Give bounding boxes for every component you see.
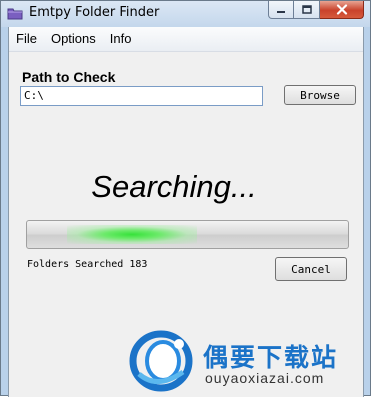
browse-button[interactable]: Browse	[284, 85, 356, 105]
watermark-text: 偶要下载站	[203, 343, 339, 372]
path-label: Path to Check	[22, 69, 116, 85]
menu-options[interactable]: Options	[44, 27, 103, 51]
folders-searched-text: Folders Searched 183	[27, 259, 147, 270]
menu-file[interactable]: File	[9, 27, 44, 51]
watermark-url: ouyaoxiazai.com	[205, 370, 325, 386]
title-bar[interactable]: Emtpy Folder Finder	[1, 1, 370, 27]
watermark-logo-icon	[129, 330, 193, 392]
path-input[interactable]: C:\	[20, 86, 263, 106]
minimize-button[interactable]	[268, 1, 294, 19]
close-button[interactable]	[320, 1, 364, 19]
progress-marquee	[67, 225, 197, 244]
maximize-button[interactable]	[294, 1, 320, 19]
close-icon	[336, 4, 347, 15]
cancel-button[interactable]: Cancel	[275, 257, 347, 281]
caption-buttons	[268, 1, 364, 20]
window-title: Emtpy Folder Finder	[29, 5, 160, 20]
app-window: Emtpy Folder Finder File Options Info Pa…	[0, 0, 371, 397]
folders-searched-count: 183	[129, 259, 148, 270]
maximize-icon	[301, 5, 312, 14]
folder-app-icon	[7, 8, 23, 20]
searching-status: Searching...	[91, 169, 257, 204]
menu-info[interactable]: Info	[103, 27, 139, 51]
menu-bar: File Options Info	[9, 27, 363, 52]
minimize-icon	[277, 10, 285, 13]
folders-searched-label: Folders Searched	[27, 259, 124, 270]
watermark: 偶要下载站 ouyaoxiazai.com	[127, 330, 367, 392]
progress-bar	[26, 220, 349, 249]
